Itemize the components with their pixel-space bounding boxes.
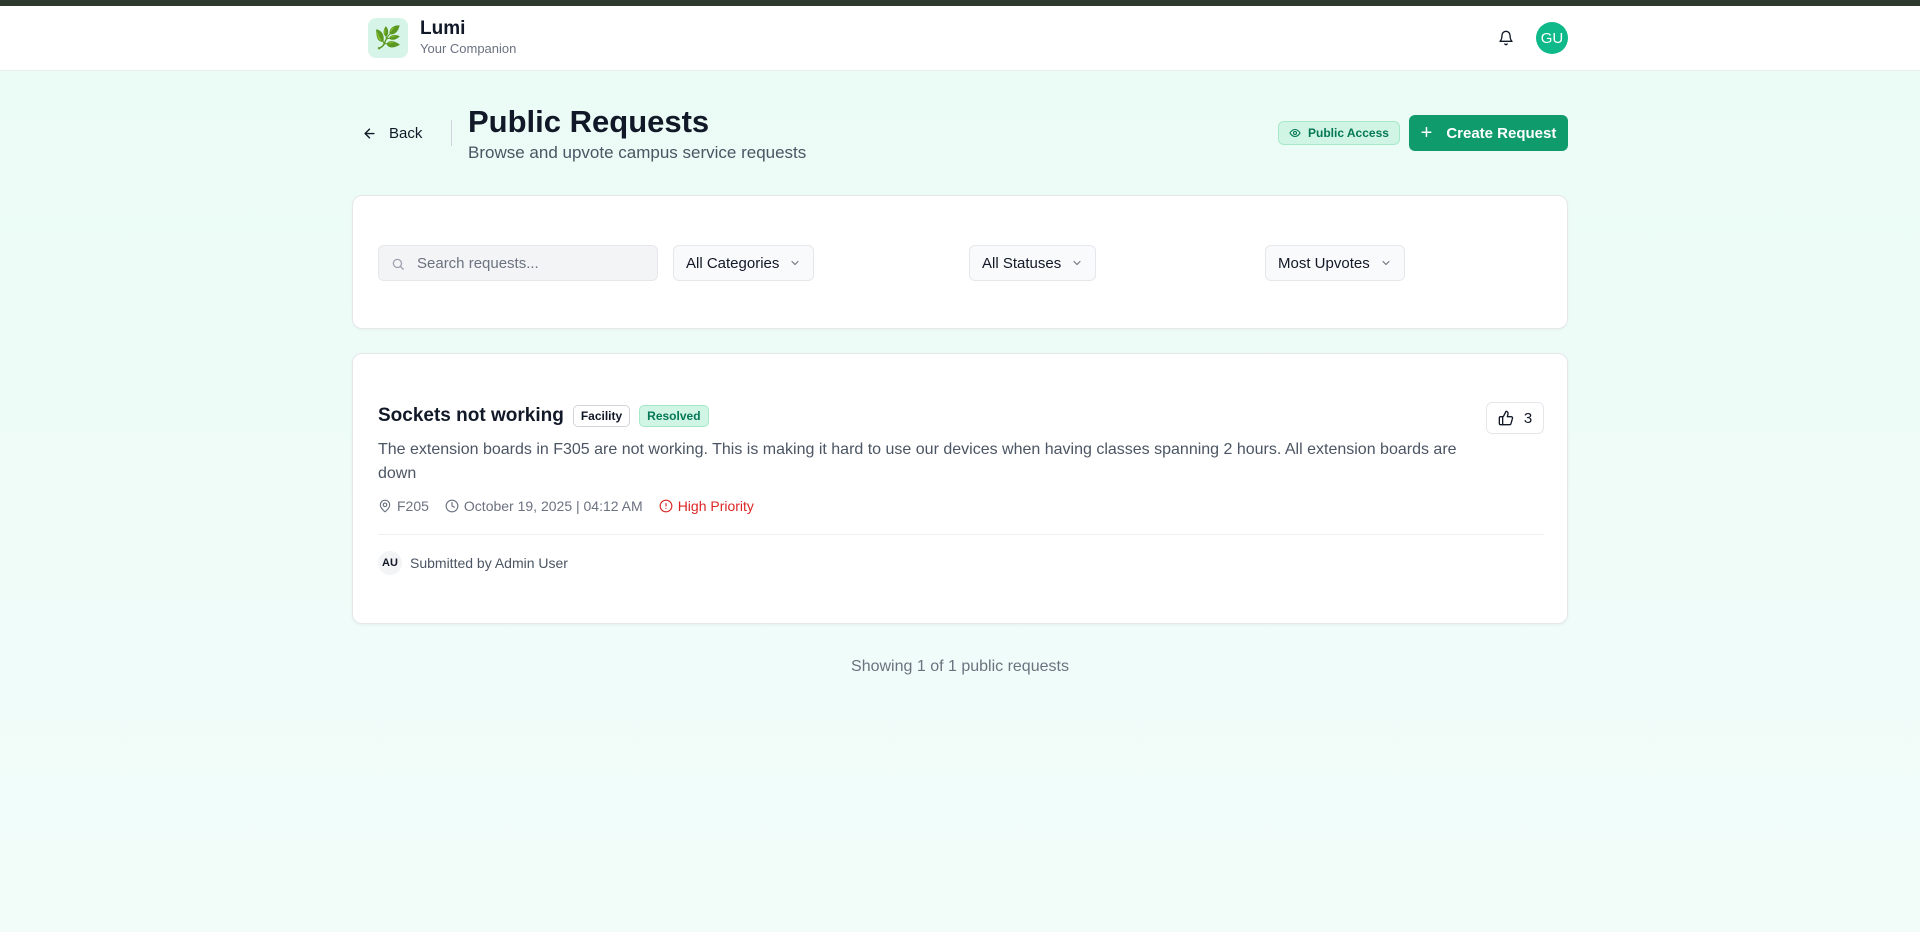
request-datetime: October 19, 2025 | 04:12 AM xyxy=(463,498,643,514)
alert-circle-icon xyxy=(659,499,673,513)
chevron-down-icon xyxy=(1071,257,1083,269)
app-header: 🌿 Lumi Your Companion GU xyxy=(0,6,1920,71)
back-button[interactable]: Back xyxy=(352,118,432,148)
header-divider xyxy=(451,120,452,146)
chevron-down-icon xyxy=(789,257,801,269)
submitted-by: Submitted by Admin User xyxy=(410,555,568,571)
submitter-avatar: AU xyxy=(378,551,402,575)
request-title[interactable]: Sockets not working xyxy=(378,405,564,427)
page-header: Back Public Requests Browse and upvote c… xyxy=(352,104,1568,164)
category-badge: Facility xyxy=(572,405,631,427)
search-input[interactable] xyxy=(417,246,647,280)
brand[interactable]: 🌿 Lumi Your Companion xyxy=(368,18,516,58)
submitter: AU Submitted by Admin User xyxy=(378,551,568,575)
public-access-badge: Public Access xyxy=(1278,121,1400,145)
bell-icon xyxy=(1499,30,1513,46)
page-title: Public Requests xyxy=(468,104,710,139)
map-pin-icon xyxy=(379,499,391,513)
back-label: Back xyxy=(389,124,423,142)
results-count: Showing 1 of 1 public requests xyxy=(851,658,1069,675)
status-badge: Resolved xyxy=(639,405,709,427)
sort-select[interactable]: Most Upvotes xyxy=(1265,245,1405,281)
search-icon xyxy=(392,258,404,270)
upvote-count: 3 xyxy=(1523,409,1533,427)
page-subtitle: Browse and upvote campus service request… xyxy=(468,143,807,162)
request-priority: High Priority xyxy=(677,498,754,514)
leaf-icon: 🌿 xyxy=(368,18,408,58)
thumbs-up-icon xyxy=(1498,410,1514,426)
create-request-button[interactable]: + Create Request xyxy=(1409,115,1568,151)
request-meta: F205 October 19, 2025 | 04:12 AM High Pr… xyxy=(378,498,770,514)
brand-tagline: Your Companion xyxy=(420,41,517,56)
request-description: The extension boards in F305 are not wor… xyxy=(378,441,1457,482)
filter-panel: All Categories All Statuses Most Upvotes xyxy=(352,195,1568,329)
clock-icon xyxy=(445,499,459,513)
category-select[interactable]: All Categories xyxy=(673,245,815,281)
plus-icon: + xyxy=(1420,122,1433,144)
chevron-down-icon xyxy=(1380,257,1392,269)
eye-icon xyxy=(1289,128,1301,138)
user-avatar[interactable]: GU xyxy=(1536,22,1568,54)
request-location: F205 xyxy=(397,498,429,514)
request-card[interactable]: Sockets not working Facility Resolved 3 … xyxy=(352,353,1568,624)
arrow-left-icon xyxy=(364,127,375,139)
notifications-button[interactable] xyxy=(1490,22,1522,54)
search-box[interactable] xyxy=(378,245,658,281)
brand-name: Lumi xyxy=(420,18,466,39)
status-select[interactable]: All Statuses xyxy=(969,245,1097,281)
upvote-button[interactable]: 3 xyxy=(1486,402,1544,434)
card-divider xyxy=(378,534,1544,535)
